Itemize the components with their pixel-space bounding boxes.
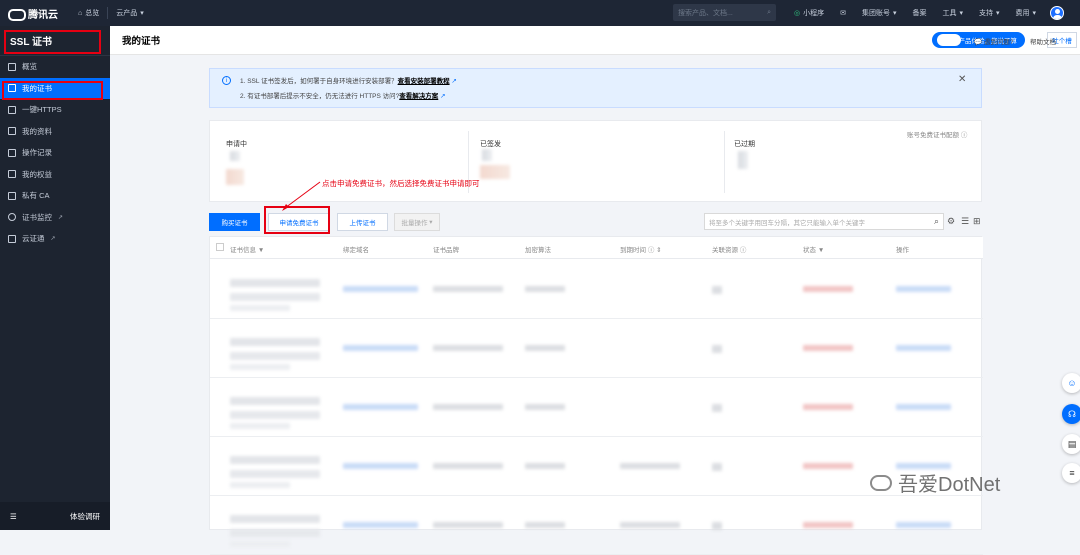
headset-icon[interactable]: ☊ — [1062, 404, 1080, 424]
blurred-cell — [230, 305, 290, 311]
col-cert-info: 证书信息 ▼ — [230, 247, 265, 254]
blurred-cell — [525, 286, 565, 292]
blurred-cell — [525, 404, 565, 410]
blurred-cell — [620, 522, 680, 528]
blurred-cell — [433, 286, 503, 292]
certificate-table: 证书信息 ▼ 绑定域名 证书品牌 加密算法 到期时间 ⓘ ⇕ 关联资源 ⓘ 状态… — [209, 236, 983, 555]
blurred-cell — [712, 522, 722, 530]
chevron-down-icon: ▾ — [429, 219, 433, 226]
blurred-cell — [230, 529, 320, 537]
buy-certificate-button[interactable]: 购买证书 — [209, 213, 260, 231]
help-circle-icon: ⓘ — [647, 247, 655, 254]
blurred-cell — [230, 515, 320, 523]
blurred-cell — [230, 279, 320, 287]
blurred-cell — [896, 286, 951, 292]
sort-icon[interactable]: ⇕ — [656, 247, 661, 254]
table-row[interactable] — [210, 377, 983, 437]
select-all-checkbox[interactable] — [216, 243, 224, 251]
wechat-icon — [870, 474, 892, 491]
blurred-cell — [230, 482, 290, 488]
batch-operation-dropdown[interactable]: 批量操作 ▾ — [394, 213, 440, 231]
blurred-cell — [343, 463, 418, 469]
blurred-cell — [230, 456, 320, 464]
blurred-cell — [803, 286, 853, 292]
blurred-cell — [343, 345, 418, 351]
col-brand: 证书品牌 — [433, 247, 459, 254]
watermark: 吾爱DotNet — [870, 468, 1000, 497]
settings-gear-icon[interactable]: ⚙ — [947, 216, 955, 227]
col-status: 状态 ▼ — [803, 247, 825, 254]
blurred-cell — [525, 522, 565, 528]
blurred-cell — [525, 345, 565, 351]
upload-certificate-button[interactable]: 上传证书 — [337, 213, 388, 231]
grid-view-icon[interactable]: ⊞ — [973, 216, 981, 227]
blurred-cell — [230, 293, 320, 301]
smile-icon[interactable]: ☺ — [1062, 373, 1080, 393]
col-actions: 操作 — [896, 247, 909, 254]
blurred-cell — [343, 404, 418, 410]
blurred-cell — [712, 345, 722, 353]
blurred-cell — [230, 338, 320, 346]
blurred-cell — [620, 345, 680, 351]
blurred-cell — [433, 404, 503, 410]
blurred-cell — [712, 463, 722, 471]
table-row[interactable] — [210, 495, 983, 555]
table-row[interactable] — [210, 259, 983, 319]
blurred-cell — [896, 345, 951, 351]
blurred-cell — [803, 345, 853, 351]
blurred-cell — [620, 463, 680, 469]
table-header: 证书信息 ▼ 绑定域名 证书品牌 加密算法 到期时间 ⓘ ⇕ 关联资源 ⓘ 状态… — [210, 237, 983, 259]
help-circle-icon: ⓘ — [739, 247, 747, 254]
blurred-cell — [803, 404, 853, 410]
blurred-cell — [433, 463, 503, 469]
list-icon[interactable]: ≡ — [1062, 463, 1080, 483]
annotation-text: 点击申请免费证书，然后选择免费证书申请即可 — [322, 179, 480, 188]
col-algorithm: 加密算法 — [525, 247, 551, 254]
blurred-cell — [343, 522, 418, 528]
blurred-cell — [230, 541, 290, 547]
blurred-cell — [230, 423, 290, 429]
blurred-cell — [712, 286, 722, 294]
blurred-cell — [712, 404, 722, 412]
blurred-cell — [803, 522, 853, 528]
blurred-cell — [230, 364, 290, 370]
blurred-cell — [433, 345, 503, 351]
blurred-cell — [896, 522, 951, 528]
blurred-cell — [525, 463, 565, 469]
blurred-cell — [620, 286, 680, 292]
col-domain: 绑定域名 — [343, 247, 369, 254]
table-row[interactable] — [210, 318, 983, 378]
table-row[interactable] — [210, 436, 983, 496]
blurred-cell — [620, 404, 680, 410]
apply-free-certificate-button[interactable]: 申请免费证书 — [268, 213, 330, 231]
blurred-cell — [230, 411, 320, 419]
filter-icon[interactable]: ▼ — [818, 247, 824, 254]
col-resources: 关联资源 ⓘ — [712, 247, 747, 254]
blurred-cell — [896, 404, 951, 410]
col-expiry: 到期时间 ⓘ ⇕ — [620, 247, 662, 254]
blurred-cell — [230, 397, 320, 405]
blurred-cell — [230, 352, 320, 360]
search-icon: ⌕ — [933, 216, 939, 226]
book-icon[interactable]: ▤ — [1062, 434, 1080, 454]
list-view-icon[interactable]: ☰ — [961, 216, 969, 227]
blurred-cell — [433, 522, 503, 528]
certificate-search-input[interactable]: 将至多个关键字用回车分隔，其它只能输入单个关键字 ⌕ — [704, 213, 944, 230]
blurred-cell — [803, 463, 853, 469]
filter-icon[interactable]: ▼ — [258, 247, 264, 254]
blurred-cell — [343, 286, 418, 292]
blurred-cell — [230, 470, 320, 478]
